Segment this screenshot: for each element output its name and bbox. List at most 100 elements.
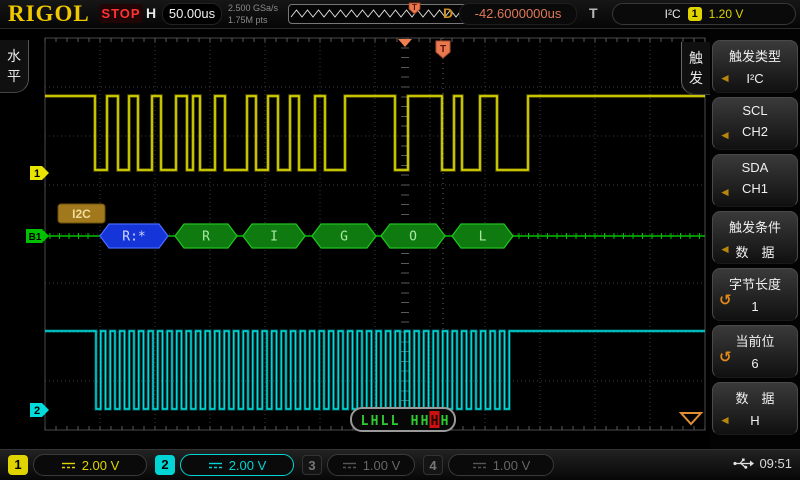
svg-text:I2C: I2C [72, 207, 91, 221]
softkey-menu: 触发类型I²C◄SCLCH2◄SDACH1◄触发条件数 据◄字节长度1↺当前位6… [710, 28, 800, 450]
horizontal-label: H [146, 5, 156, 21]
i2c-decode-bus: R:* R I G O L [45, 224, 705, 248]
svg-text:R:*: R:* [122, 230, 145, 245]
trigger-level-offscreen-icon [681, 413, 701, 424]
channel-2-volts: 2.00 V [229, 458, 267, 473]
channel-4-badge[interactable]: 4 [423, 455, 443, 475]
chevron-left-icon: ◄ [719, 185, 731, 199]
sample-rate: 2.500 GSa/s [228, 2, 278, 14]
channel-3-scale[interactable]: 1.00 V [327, 454, 415, 476]
menu-item-1[interactable]: 触发类型I²C◄ [712, 40, 798, 93]
chevron-left-icon: ◄ [719, 242, 731, 256]
knob-icon: ↺ [719, 291, 732, 309]
bus-label-tag[interactable]: I2C [58, 204, 105, 223]
trigger-data-pattern-readout: LHLL HHHH [351, 408, 455, 431]
menu-item-3[interactable]: SDACH1◄ [712, 154, 798, 207]
channel-group-3: 3 1.00 V [302, 454, 415, 476]
oscilloscope-screen: TR:*RIGOLI2C1B12LHLL HHHH RIGOL STOP H 5… [0, 0, 800, 480]
delay-readout[interactable]: -42.6000000us [459, 3, 577, 25]
horizontal-reference-icon[interactable] [398, 39, 412, 47]
trigger-bus-type: I²C [665, 7, 681, 21]
ch1-ground-marker[interactable]: 1 [30, 166, 49, 180]
menu-item-4[interactable]: 触发条件数 据◄ [712, 211, 798, 264]
svg-text:L: L [479, 230, 487, 245]
strip-trigger-marker-icon[interactable]: T [408, 2, 421, 15]
svg-text:H: H [421, 414, 429, 429]
svg-text:T: T [440, 44, 446, 55]
memory-depth: 1.75M pts [228, 14, 278, 26]
svg-text:H: H [431, 414, 439, 429]
svg-text:H: H [441, 414, 449, 429]
decode-frame-data: G [312, 224, 376, 248]
svg-text:T: T [412, 3, 417, 12]
run-state-badge[interactable]: STOP [99, 4, 143, 23]
channel-group-4: 4 1.00 V [423, 454, 554, 476]
horizontal-menu-tab: 水平 [0, 40, 29, 93]
channel-1-badge[interactable]: 1 [8, 455, 28, 475]
channel-status-bar: 1 2.00 V 2 2.00 V 3 1.00 V 4 1.00 V 09:51 [0, 449, 800, 480]
channel-3-volts: 1.00 V [363, 458, 401, 473]
delay-label: D [443, 5, 453, 21]
ch2-waveform [45, 331, 705, 409]
chevron-left-icon: ◄ [719, 71, 731, 85]
svg-text:L: L [391, 414, 399, 429]
menu-item-label: 数 据 [713, 388, 797, 407]
menu-item-6[interactable]: 当前位6↺ [712, 325, 798, 378]
decode-frame-address: R:* [100, 224, 168, 248]
acquisition-info: 2.500 GSa/s 1.75M pts [228, 2, 278, 26]
dc-coupling-icon [61, 461, 76, 470]
channel-2-scale[interactable]: 2.00 V [180, 454, 294, 476]
svg-text:2: 2 [34, 405, 40, 417]
channel-group-1: 1 2.00 V [8, 454, 147, 476]
svg-text:G: G [340, 230, 348, 245]
chevron-left-icon: ◄ [719, 128, 731, 142]
clock-area: 09:51 [733, 456, 792, 471]
decode-frame-data: R [175, 224, 237, 248]
chevron-left-icon: ◄ [719, 413, 731, 427]
menu-item-label: 触发条件 [713, 217, 797, 236]
status-bar: RIGOL STOP H 50.00us 2.500 GSa/s 1.75M p… [0, 0, 800, 29]
svg-text:O: O [409, 230, 417, 245]
trigger-menu-tab: 触发 [681, 42, 710, 95]
channel-1-volts: 2.00 V [82, 458, 120, 473]
decode-frame-data: O [381, 224, 445, 248]
svg-text:H: H [371, 414, 379, 429]
timebase-readout[interactable]: 50.00us [162, 3, 222, 25]
menu-item-label: SDA [713, 160, 797, 175]
channel-3-badge[interactable]: 3 [302, 455, 322, 475]
svg-text:I: I [270, 230, 278, 245]
trigger-source-badge: 1 [688, 7, 702, 21]
trigger-level-value: 1.20 V [709, 7, 744, 21]
trigger-position-marker[interactable]: T [398, 39, 450, 58]
rigol-logo: RIGOL [8, 1, 90, 27]
menu-item-label: SCL [713, 103, 797, 118]
trigger-readout[interactable]: I²C 1 1.20 V [612, 3, 796, 25]
dc-coupling-icon [342, 461, 357, 470]
svg-text:B1: B1 [29, 232, 42, 243]
decode-frame-data: L [452, 224, 513, 248]
knob-icon: ↺ [719, 348, 732, 366]
svg-text:1: 1 [34, 168, 40, 180]
menu-item-7[interactable]: 数 据H◄ [712, 382, 798, 435]
waveform-display: TR:*RIGOLI2C1B12LHLL HHHH [0, 0, 710, 450]
ch2-ground-marker[interactable]: 2 [30, 403, 49, 417]
channel-1-scale[interactable]: 2.00 V [33, 454, 147, 476]
trigger-label: T [589, 5, 598, 21]
decode-frame-data: I [243, 224, 305, 248]
time-display: 09:51 [759, 456, 792, 471]
channel-4-volts: 1.00 V [493, 458, 531, 473]
channel-4-scale[interactable]: 1.00 V [448, 454, 554, 476]
menu-item-5[interactable]: 字节长度1↺ [712, 268, 798, 321]
menu-item-2[interactable]: SCLCH2◄ [712, 97, 798, 150]
dc-coupling-icon [472, 461, 487, 470]
dc-coupling-icon [208, 461, 223, 470]
bus1-marker[interactable]: B1 [26, 229, 49, 243]
svg-text:H: H [411, 414, 419, 429]
channel-group-2: 2 2.00 V [155, 454, 294, 476]
channel-2-badge[interactable]: 2 [155, 455, 175, 475]
svg-text:L: L [381, 414, 389, 429]
usb-icon [733, 458, 755, 469]
svg-text:L: L [361, 414, 369, 429]
svg-text:R: R [202, 230, 210, 245]
menu-item-label: 触发类型 [713, 46, 797, 65]
